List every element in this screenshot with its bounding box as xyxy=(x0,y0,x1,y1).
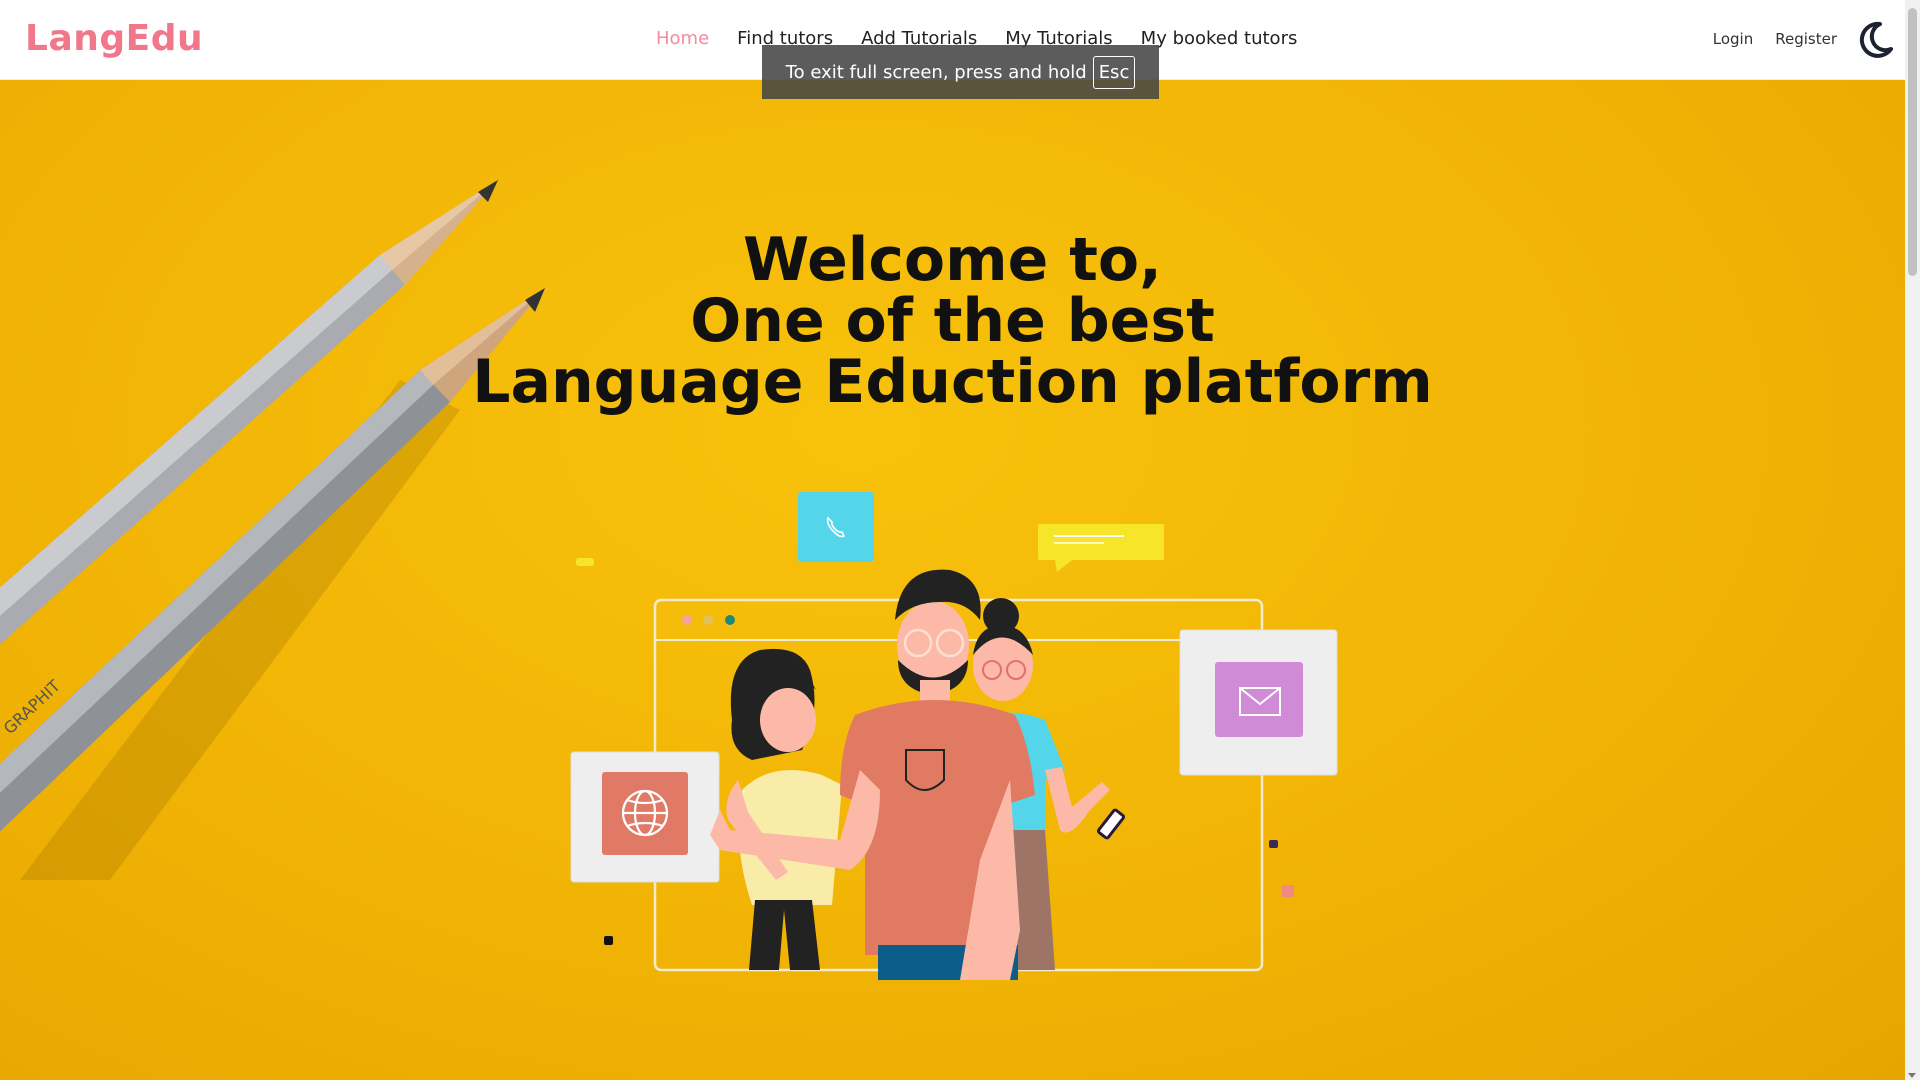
hero-title: Welcome to, One of the best Language Edu… xyxy=(0,230,1905,413)
brand-logo[interactable]: LangEdu xyxy=(25,18,203,59)
hero-title-line-3: Language Eduction platform xyxy=(472,347,1433,417)
page-scrollbar[interactable] xyxy=(1905,0,1920,1080)
team-illustration xyxy=(570,492,1338,980)
moon-icon[interactable] xyxy=(1855,20,1895,60)
auth-links: Login Register xyxy=(1691,30,1837,48)
fullscreen-exit-toast: To exit full screen, press and hold Esc xyxy=(762,45,1159,99)
phone-tile xyxy=(798,492,874,562)
fullscreen-toast-text: To exit full screen, press and hold xyxy=(785,61,1087,83)
nav-link-home[interactable]: Home xyxy=(656,28,709,49)
login-link[interactable]: Login xyxy=(1713,30,1753,48)
hero-title-line-1: Welcome to, xyxy=(743,225,1162,295)
hero-section: GRAPHIT Welcome to, One of the best Lang… xyxy=(0,80,1905,1080)
esc-key-badge: Esc xyxy=(1092,55,1136,89)
nav-link-my-booked-tutors[interactable]: My booked tutors xyxy=(1141,28,1298,49)
scrollbar-thumb[interactable] xyxy=(1908,8,1917,276)
woman-left-figure xyxy=(726,648,842,970)
register-link[interactable]: Register xyxy=(1775,30,1837,48)
hero-title-line-2: One of the best xyxy=(690,286,1215,356)
scroll-down-arrow-icon[interactable] xyxy=(1908,1073,1916,1078)
chat-bubble-icon xyxy=(1038,524,1164,560)
pencils-image: GRAPHIT xyxy=(0,180,545,880)
